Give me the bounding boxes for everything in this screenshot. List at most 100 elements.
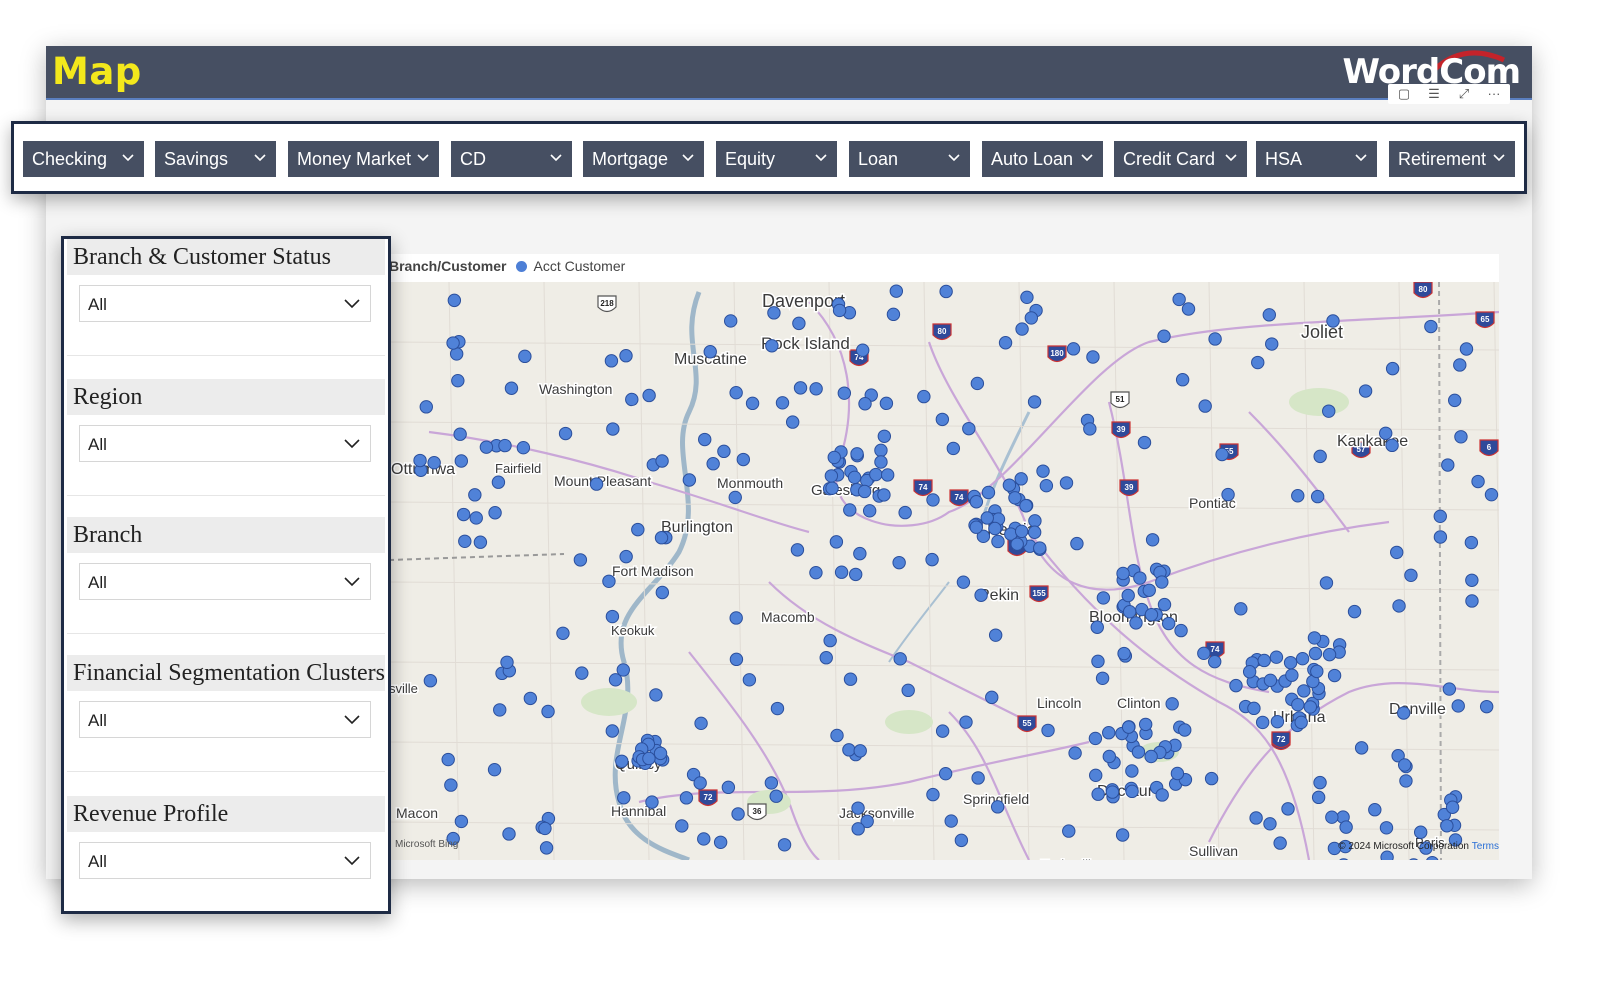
customer-point: [539, 841, 554, 855]
customer-point: [1285, 668, 1299, 682]
slicer-credit-card[interactable]: Credit Card: [1114, 141, 1247, 177]
slicer-label: Money Market: [297, 149, 412, 169]
filter-dropdown[interactable]: All: [79, 842, 371, 879]
customer-point: [541, 704, 555, 719]
filter-dropdown[interactable]: All: [79, 285, 371, 322]
filter-dropdown[interactable]: All: [79, 563, 371, 600]
highway-shield-icon: 36: [747, 803, 767, 821]
customer-point: [935, 724, 950, 738]
customer-point: [1339, 820, 1353, 834]
customer-point: [980, 511, 994, 525]
customer-point: [502, 827, 516, 841]
customer-point: [1116, 566, 1130, 581]
customer-point: [767, 306, 781, 320]
chevron-down-icon: [1081, 154, 1093, 162]
customer-point: [827, 450, 841, 465]
map-svg[interactable]: 2188074180806551395557747439741557472557…: [389, 282, 1499, 860]
shield-number: 55: [1023, 719, 1032, 728]
slicer-retirement[interactable]: Retirement: [1389, 141, 1515, 177]
legend-item-acct-customer[interactable]: Acct Customer: [533, 258, 625, 274]
bing-credit: Microsoft Bing: [395, 839, 459, 850]
highway-shield-icon: 72: [1271, 731, 1291, 749]
filter-icon[interactable]: ☰: [1424, 86, 1444, 102]
filter-revenue-profile: Revenue Profile All: [64, 796, 388, 926]
city-label: Washington: [539, 381, 612, 397]
customer-point: [1115, 828, 1130, 842]
customer-point: [1313, 449, 1327, 464]
customer-point: [1247, 701, 1261, 716]
page-title: Map: [52, 50, 142, 93]
customer-point: [427, 455, 441, 470]
slicer-money-market[interactable]: Money Market: [288, 141, 439, 177]
chevron-down-icon: [122, 154, 134, 162]
customer-point: [770, 701, 785, 716]
shield-number: 155: [1032, 589, 1046, 598]
customer-point: [423, 674, 438, 688]
copy-icon[interactable]: ▢: [1394, 86, 1414, 102]
slicer-savings[interactable]: Savings: [155, 141, 276, 177]
customer-point: [925, 552, 939, 567]
city-label: Jacksonville: [839, 805, 915, 821]
customer-point: [675, 819, 689, 833]
customer-point: [575, 666, 589, 680]
legend-dot-icon: [516, 261, 528, 272]
slicer-label: Checking: [32, 149, 108, 169]
customer-point: [1392, 599, 1406, 613]
customer-point: [604, 354, 619, 368]
slicer-hsa[interactable]: HSA: [1256, 141, 1377, 177]
customer-point: [1385, 361, 1400, 376]
divider: [67, 495, 385, 496]
customer-point: [946, 441, 961, 456]
customer-point: [985, 690, 999, 705]
customer-point: [830, 728, 844, 743]
slicer-equity[interactable]: Equity: [716, 141, 837, 177]
customer-point: [1445, 800, 1460, 814]
divider: [67, 771, 385, 772]
filter-dropdown[interactable]: All: [79, 425, 371, 462]
customer-point: [1090, 620, 1104, 634]
customer-point: [1327, 668, 1342, 683]
customer-point: [892, 555, 906, 570]
customer-point: [1451, 699, 1465, 713]
customer-point: [962, 421, 976, 436]
customer-point: [1424, 319, 1438, 334]
customer-point: [1138, 717, 1153, 732]
filter-dropdown[interactable]: All: [79, 701, 371, 738]
customer-point: [1453, 358, 1467, 372]
customer-point: [654, 531, 669, 545]
slicer-loan[interactable]: Loan: [849, 141, 970, 177]
customer-point: [1204, 771, 1219, 786]
chevron-down-icon: [344, 715, 360, 725]
slicer-auto-loan[interactable]: Auto Loan: [982, 141, 1103, 177]
highway-shield-icon: 180: [1047, 345, 1067, 363]
customer-point: [832, 303, 847, 318]
map-canvas[interactable]: 2188074180806551395557747439741557472557…: [389, 282, 1499, 860]
customer-point: [944, 814, 958, 828]
shield-number: 80: [1419, 285, 1428, 294]
chevron-down-icon: [1225, 154, 1237, 162]
chevron-down-icon: [344, 439, 360, 449]
slicer-label: Mortgage: [592, 149, 669, 169]
customer-point: [1197, 646, 1211, 661]
filter-value: All: [88, 573, 107, 592]
focus-mode-icon[interactable]: ⤢: [1454, 86, 1474, 102]
customer-point: [1208, 332, 1222, 346]
slicer-mortgage[interactable]: Mortgage: [583, 141, 704, 177]
customer-point: [1326, 314, 1340, 328]
customer-point: [853, 744, 867, 758]
chevron-down-icon: [344, 299, 360, 309]
customer-point: [679, 791, 694, 805]
customer-point: [1083, 422, 1097, 436]
city-label: Fairfield: [495, 461, 541, 476]
customer-point: [848, 567, 863, 582]
customer-point: [1249, 811, 1263, 825]
customer-point: [858, 397, 872, 411]
customer-point: [1448, 393, 1462, 408]
slicer-checking[interactable]: Checking: [23, 141, 144, 177]
filter-panel: Branch & Customer Status All Region All …: [61, 236, 391, 914]
more-options-icon[interactable]: ···: [1484, 86, 1504, 102]
slicer-cd[interactable]: CD: [451, 141, 572, 177]
customer-point: [419, 400, 433, 414]
terms-link[interactable]: Terms: [1472, 841, 1499, 852]
customer-point: [824, 469, 839, 483]
